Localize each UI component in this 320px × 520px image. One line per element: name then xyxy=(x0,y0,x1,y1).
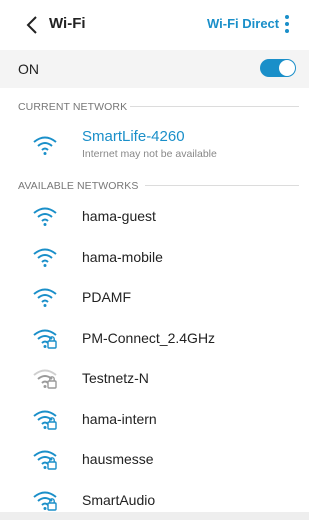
wifi-signal-icon xyxy=(33,136,57,155)
wifi-master-switch-row[interactable]: ON xyxy=(0,50,309,88)
network-name: SmartAudio xyxy=(82,491,156,508)
app-header: Wi-Fi Wi-Fi Direct xyxy=(0,0,309,50)
current-network-name[interactable]: SmartLife-4260 xyxy=(82,128,185,145)
network-row[interactable]: Testnetz-N xyxy=(0,358,309,398)
network-name: Testnetz-N xyxy=(82,370,149,386)
network-row[interactable]: PM-Connect_2.4GHz xyxy=(0,318,309,358)
more-vert-icon[interactable] xyxy=(283,12,291,38)
wifi-direct-button[interactable]: Wi-Fi Direct xyxy=(207,16,279,31)
chevron-left-icon[interactable] xyxy=(25,14,39,36)
network-name: hama-guest xyxy=(82,208,156,224)
available-networks-heading: AVAILABLE NETWORKS xyxy=(18,180,139,192)
network-name: PDAMF xyxy=(82,289,131,305)
wifi-signal-icon xyxy=(33,288,57,307)
wifi-signal-icon xyxy=(33,248,57,267)
network-name: hama-intern xyxy=(82,410,157,427)
wifi-lock-icon xyxy=(33,491,57,511)
page-title: Wi-Fi xyxy=(49,15,86,32)
divider xyxy=(145,185,299,186)
bottom-edge xyxy=(0,512,309,520)
current-network-status: Internet may not be available xyxy=(82,148,217,160)
network-row[interactable]: hausmesse xyxy=(0,439,309,479)
wifi-toggle[interactable] xyxy=(260,59,296,77)
wifi-lock-icon xyxy=(33,450,57,470)
network-name: hausmesse xyxy=(82,451,154,467)
switch-label: ON xyxy=(18,61,39,77)
network-row[interactable]: hama-guest xyxy=(0,196,309,236)
current-network-heading: CURRENT NETWORK xyxy=(18,101,128,113)
network-row[interactable]: hama-mobile xyxy=(0,237,309,277)
wifi-signal-icon xyxy=(33,207,57,226)
wifi-lock-icon xyxy=(33,329,57,349)
network-name: PM-Connect_2.4GHz xyxy=(82,329,216,346)
wifi-lock-icon xyxy=(33,410,57,430)
divider xyxy=(130,106,299,107)
network-row[interactable]: PDAMF xyxy=(0,277,309,317)
network-name: hama-mobile xyxy=(82,248,163,265)
wifi-lock-icon xyxy=(33,369,57,389)
network-row[interactable]: hama-intern xyxy=(0,399,309,439)
